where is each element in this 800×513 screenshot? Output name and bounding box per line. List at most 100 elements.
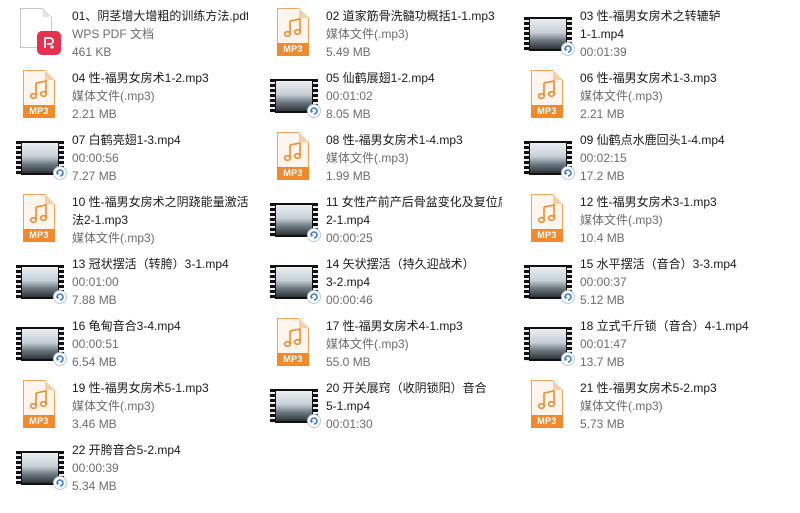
file-type: WPS PDF 文档 — [72, 27, 155, 41]
mp3-badge: MP3 — [23, 415, 55, 428]
file-type: 媒体文件(.mp3) — [326, 151, 409, 165]
file-detail: 5.49 MB — [326, 45, 371, 59]
music-note-icon — [283, 328, 302, 348]
file-detail: 00:01:39 — [580, 45, 627, 59]
video-thumbnail — [270, 79, 321, 118]
file-text: 10 性-福男女房术之阴跷能量激活 法2-1.mp3 媒体文件(.mp3) — [72, 193, 248, 247]
file-type: 00:00:39 — [72, 461, 119, 475]
file-name: 11 女性产前产后骨盆变化及复位后 — [326, 195, 502, 209]
file-text: 03 性-福男女房术之转辘轳 1-1.mp4 00:01:39 — [580, 7, 756, 61]
file-type: 00:01:47 — [580, 337, 627, 351]
file-item[interactable]: MP3 19 性-福男女房术5-1.mp3 媒体文件(.mp3) 3.46 MB — [0, 375, 250, 435]
file-item[interactable]: 16 龟甸音合3-4.mp4 00:00:51 6.54 MB — [0, 313, 250, 373]
mp3-badge: MP3 — [277, 167, 309, 180]
file-text: 18 立式千斤锁（音合）4-1.mp4 00:01:47 13.7 MB — [580, 317, 756, 371]
mp3-badge: MP3 — [277, 353, 309, 366]
video-thumbnail — [16, 141, 67, 180]
file-name-continued: 5-1.mp4 — [326, 399, 371, 413]
play-badge-icon — [53, 290, 67, 304]
file-grid: 01、阴茎增大增粗的训练方法.pdf WPS PDF 文档 461 KB MP3 02 … — [0, 0, 800, 513]
file-type: 00:01:02 — [326, 89, 373, 103]
play-badge-icon — [561, 166, 575, 180]
file-detail: 00:00:46 — [326, 293, 373, 307]
file-name: 15 水平摆活（音合）3-3.mp4 — [580, 257, 737, 271]
video-icon — [16, 132, 67, 180]
file-item[interactable]: MP3 02 道家筋骨洗髓功概括1-1.mp3 媒体文件(.mp3) 5.49 MB — [254, 3, 504, 63]
video-icon — [270, 70, 321, 118]
file-name: 07 白鹤亮翅1-3.mp4 — [72, 133, 181, 147]
file-item[interactable]: 22 开胯音合5-2.mp4 00:00:39 5.34 MB — [0, 437, 250, 497]
file-name: 20 开关展窍（收阴锁阳）音合 — [326, 381, 487, 395]
file-text: 19 性-福男女房术5-1.mp3 媒体文件(.mp3) 3.46 MB — [72, 379, 248, 433]
file-item[interactable]: MP3 06 性-福男女房术1-3.mp3 媒体文件(.mp3) 2.21 MB — [508, 65, 758, 125]
file-item[interactable]: MP3 21 性-福男女房术5-2.mp3 媒体文件(.mp3) 5.73 MB — [508, 375, 758, 435]
mp3-icon: MP3 — [270, 132, 318, 180]
file-text: 06 性-福男女房术1-3.mp3 媒体文件(.mp3) 2.21 MB — [580, 69, 756, 123]
file-item[interactable]: MP3 12 性-福男女房术3-1.mp3 媒体文件(.mp3) 10.4 MB — [508, 189, 758, 249]
file-detail: 00:00:25 — [326, 231, 373, 245]
mp3-icon-body: MP3 — [531, 70, 563, 118]
file-name-continued: 法2-1.mp3 — [72, 213, 129, 227]
file-item[interactable]: MP3 17 性-福男女房术4-1.mp3 媒体文件(.mp3) 55.0 MB — [254, 313, 504, 373]
play-badge-icon — [561, 290, 575, 304]
file-item[interactable]: MP3 08 性-福男女房术1-4.mp3 媒体文件(.mp3) 1.99 MB — [254, 127, 504, 187]
file-text: 01、阴茎增大增粗的训练方法.pdf WPS PDF 文档 461 KB — [72, 7, 248, 61]
file-type: 媒体文件(.mp3) — [580, 89, 663, 103]
file-name: 16 龟甸音合3-4.mp4 — [72, 319, 181, 333]
mp3-icon: MP3 — [524, 70, 572, 118]
file-text: 07 白鹤亮翅1-3.mp4 00:00:56 7.27 MB — [72, 131, 248, 185]
music-note-icon — [537, 390, 556, 410]
mp3-icon: MP3 — [524, 380, 572, 428]
video-thumbnail — [16, 265, 67, 304]
file-text: 09 仙鹤点水鹿回头1-4.mp4 00:02:15 17.2 MB — [580, 131, 756, 185]
play-badge-icon — [53, 166, 67, 180]
file-text: 21 性-福男女房术5-2.mp3 媒体文件(.mp3) 5.73 MB — [580, 379, 756, 433]
wps-pdf-logo-icon — [37, 31, 61, 55]
file-item[interactable]: MP3 04 性-福男女房术1-2.mp3 媒体文件(.mp3) 2.21 MB — [0, 65, 250, 125]
file-text: 12 性-福男女房术3-1.mp3 媒体文件(.mp3) 10.4 MB — [580, 193, 756, 247]
video-thumbnail — [270, 265, 321, 304]
file-item[interactable]: 13 冠状摆活（转胯）3-1.mp4 00:01:00 7.88 MB — [0, 251, 250, 311]
mp3-badge: MP3 — [531, 105, 563, 118]
file-item[interactable]: 15 水平摆活（音合）3-3.mp4 00:00:37 5.12 MB — [508, 251, 758, 311]
file-text: 22 开胯音合5-2.mp4 00:00:39 5.34 MB — [72, 441, 248, 495]
file-detail: 7.27 MB — [72, 169, 117, 183]
music-note-icon — [29, 80, 48, 100]
mp3-icon-body: MP3 — [277, 8, 309, 56]
file-item[interactable]: 20 开关展窍（收阴锁阳）音合 5-1.mp4 00:01:30 — [254, 375, 504, 435]
file-detail: 17.2 MB — [580, 169, 625, 183]
file-item[interactable]: 11 女性产前产后骨盆变化及复位后 2-1.mp4 00:00:25 — [254, 189, 504, 249]
file-detail: 2.21 MB — [72, 107, 117, 121]
file-item[interactable]: 01、阴茎增大增粗的训练方法.pdf WPS PDF 文档 461 KB — [0, 3, 250, 63]
mp3-badge: MP3 — [277, 43, 309, 56]
mp3-icon-body: MP3 — [277, 318, 309, 366]
video-icon — [524, 256, 575, 304]
file-item[interactable]: 03 性-福男女房术之转辘轳 1-1.mp4 00:01:39 — [508, 3, 758, 63]
file-name: 17 性-福男女房术4-1.mp3 — [326, 319, 463, 333]
file-name: 03 性-福男女房术之转辘轳 — [580, 9, 721, 23]
mp3-badge: MP3 — [531, 415, 563, 428]
file-name: 10 性-福男女房术之阴跷能量激活 — [72, 195, 248, 209]
video-icon — [270, 380, 321, 428]
file-type: 00:00:51 — [72, 337, 119, 351]
mp3-icon: MP3 — [270, 318, 318, 366]
mp3-icon: MP3 — [16, 380, 64, 428]
file-name: 13 冠状摆活（转胯）3-1.mp4 — [72, 257, 229, 271]
music-note-icon — [283, 142, 302, 162]
video-thumbnail — [524, 327, 575, 366]
file-item[interactable]: MP3 10 性-福男女房术之阴跷能量激活 法2-1.mp3 媒体文件(.mp3) — [0, 189, 250, 249]
file-item[interactable]: 07 白鹤亮翅1-3.mp4 00:00:56 7.27 MB — [0, 127, 250, 187]
video-thumbnail — [16, 451, 67, 490]
file-item[interactable]: 14 矢状摆活（持久迎战术） 3-2.mp4 00:00:46 — [254, 251, 504, 311]
file-item[interactable]: 05 仙鹤展翅1-2.mp4 00:01:02 8.05 MB — [254, 65, 504, 125]
file-item[interactable]: 09 仙鹤点水鹿回头1-4.mp4 00:02:15 17.2 MB — [508, 127, 758, 187]
video-icon — [16, 318, 67, 366]
file-type: 00:00:37 — [580, 275, 627, 289]
video-icon — [270, 256, 321, 304]
music-note-icon — [29, 204, 48, 224]
file-detail: 5.73 MB — [580, 417, 625, 431]
file-item[interactable]: 18 立式千斤锁（音合）4-1.mp4 00:01:47 13.7 MB — [508, 313, 758, 373]
play-badge-icon — [53, 352, 67, 366]
mp3-icon-body: MP3 — [23, 380, 55, 428]
file-name: 04 性-福男女房术1-2.mp3 — [72, 71, 209, 85]
